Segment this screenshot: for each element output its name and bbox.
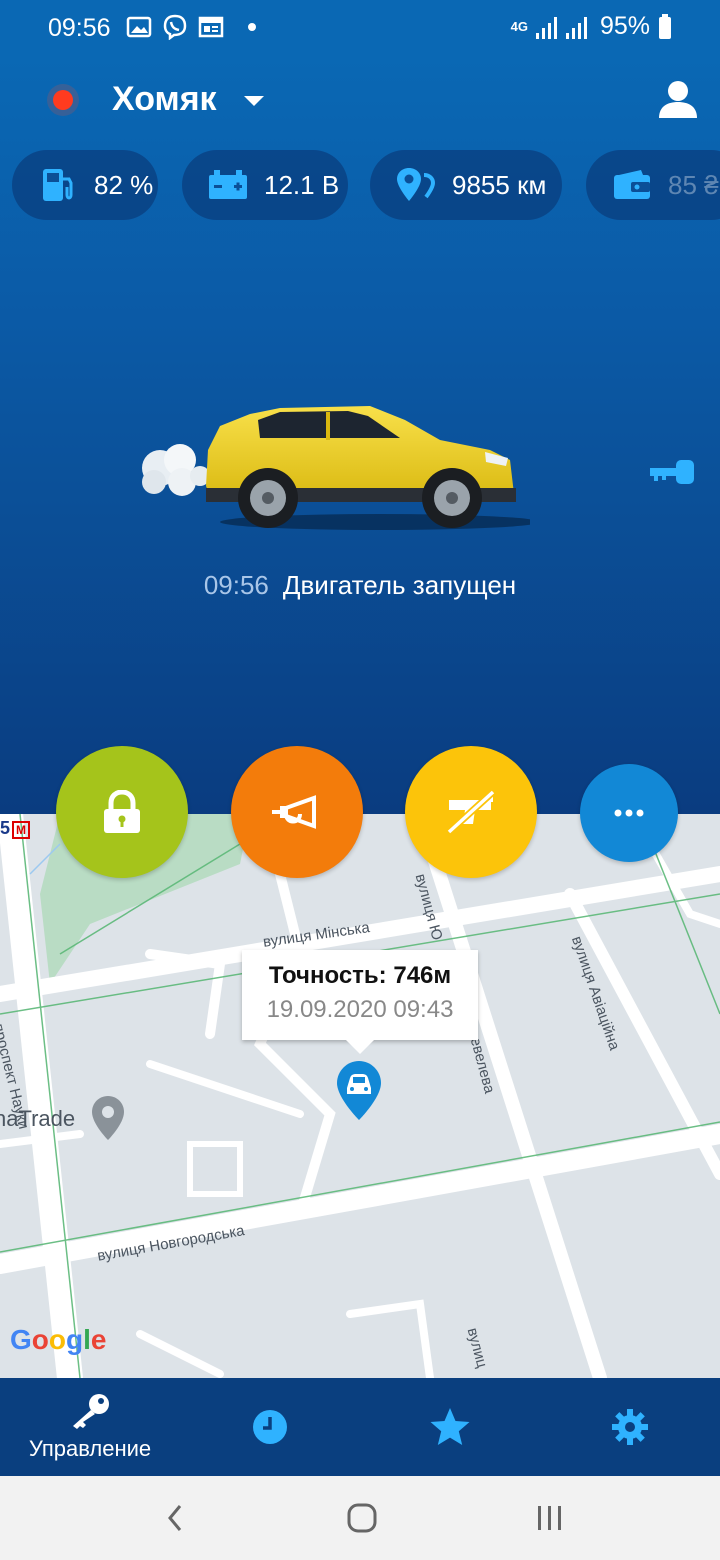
battery-voltage: 12.1 В: [264, 169, 340, 200]
gun-off-icon: [446, 790, 496, 834]
car-battery-icon: [208, 165, 248, 205]
more-notifications-dot: [248, 23, 256, 31]
engine-status-text: Двигатель запущен: [282, 570, 517, 600]
engine-status-time: 09:56: [203, 570, 269, 600]
signal-icon: [535, 16, 587, 39]
wallet-icon: [612, 165, 652, 205]
lock-button[interactable]: [56, 746, 188, 878]
car-name[interactable]: Хомяк: [112, 80, 217, 119]
location-datetime: 19.09.2020 09:43: [266, 996, 454, 1023]
tab-control-label: Управление: [28, 1436, 152, 1461]
poi-pin-icon: [92, 1096, 124, 1140]
tab-control[interactable]: Управление: [10, 1378, 170, 1476]
horn-icon: [272, 795, 316, 829]
alarm-off-button[interactable]: [405, 746, 537, 878]
more-icon: [614, 809, 644, 817]
metro-station-label: 5M: [0, 818, 31, 839]
bottom-navigation: Управление: [0, 1378, 720, 1476]
tab-settings[interactable]: [600, 1378, 660, 1476]
balance-chip[interactable]: 85 ₴: [586, 150, 720, 220]
app-header: Хомяк: [0, 54, 720, 150]
gallery-icon: [126, 16, 152, 38]
star-icon: [430, 1408, 470, 1445]
lock-icon: [104, 790, 140, 833]
poi-label: naTrade: [0, 1106, 76, 1131]
connection-status-indicator: [53, 90, 73, 110]
viber-icon: [163, 14, 187, 40]
profile-icon[interactable]: [656, 78, 700, 122]
network-type: 4G: [510, 19, 528, 34]
car-selector-dropdown-icon[interactable]: [244, 96, 264, 106]
mileage-chip[interactable]: 9855 км: [370, 150, 562, 220]
route-pin-icon: [396, 165, 436, 205]
system-navigation-bar: [0, 1476, 720, 1560]
status-right: 4G 95%: [511, 12, 672, 41]
exhaust-smoke: [142, 444, 210, 496]
gear-icon: [612, 1409, 648, 1445]
mileage-value: 9855 км: [452, 169, 547, 200]
battery-icon: [659, 13, 671, 39]
news-icon: [198, 16, 224, 38]
engine-status: 09:56 Двигатель запущен: [0, 570, 720, 601]
metro-icon: M: [12, 821, 31, 839]
car-illustration: [142, 406, 530, 530]
status-notification-icons: [126, 14, 256, 40]
car-location-pin-icon[interactable]: [336, 1060, 382, 1122]
tab-favorites[interactable]: [420, 1378, 480, 1476]
key-tab-icon: [73, 1394, 109, 1429]
fuel-chip[interactable]: 82 %: [12, 150, 158, 220]
location-tooltip: Точность: 746м 19.09.2020 09:43: [242, 950, 478, 1054]
more-actions-button[interactable]: [580, 764, 678, 862]
location-accuracy: Точность: 746м: [268, 962, 452, 989]
tab-history[interactable]: [240, 1378, 300, 1476]
key-icon[interactable]: [648, 458, 694, 486]
fuel-level: 82 %: [94, 169, 154, 200]
fuel-icon: [38, 165, 78, 205]
status-time: 09:56: [48, 14, 111, 42]
balance-value: 85 ₴: [668, 169, 719, 200]
telemetry-chips: 82 % 12.1 В 9855 км 85 ₴: [0, 150, 720, 222]
battery-chip[interactable]: 12.1 В: [182, 150, 348, 220]
battery-percent: 95%: [599, 12, 650, 40]
clock-icon: [253, 1410, 287, 1444]
google-logo: Google: [10, 1324, 107, 1355]
back-icon[interactable]: [158, 1502, 198, 1534]
horn-button[interactable]: [231, 746, 363, 878]
home-icon[interactable]: [342, 1502, 382, 1534]
status-bar: 09:56 4G 95%: [0, 0, 720, 54]
recents-icon[interactable]: [530, 1502, 570, 1534]
